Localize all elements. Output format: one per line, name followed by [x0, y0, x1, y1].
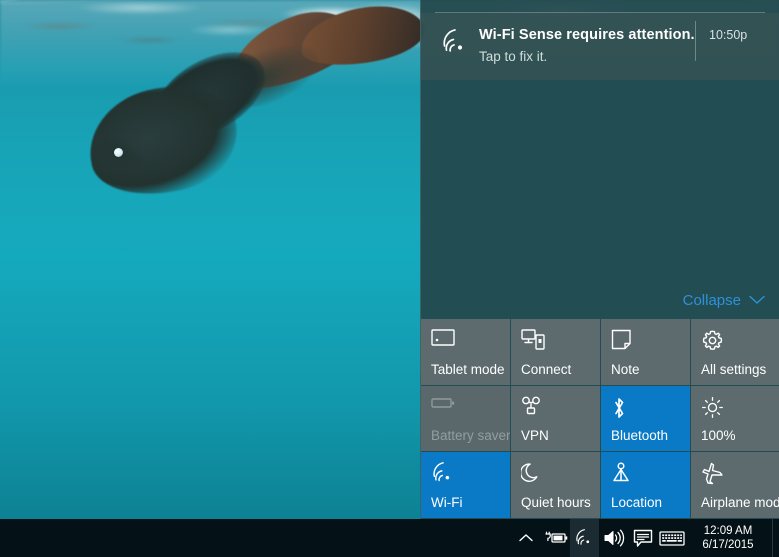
notification-timestamp: 10:50p	[709, 28, 748, 42]
wifi-sense-icon	[433, 25, 479, 55]
taskbar: 12:09 AM 6/17/2015	[0, 519, 779, 557]
show-hidden-icons-chevron-icon[interactable]	[511, 519, 541, 557]
gear-icon	[701, 329, 771, 355]
notification-time-area: 10:50p	[695, 21, 769, 61]
notification-time-separator	[695, 21, 696, 61]
quick-action-label: Quiet hours	[521, 494, 591, 510]
action-center-panel: Wi-Fi Sense requires attention. Tap to f…	[420, 0, 779, 519]
action-center-icon[interactable]	[628, 519, 657, 557]
bluetooth-icon	[611, 396, 681, 422]
chevron-down-icon	[749, 292, 765, 309]
notification-title: Wi-Fi Sense requires attention.	[479, 27, 695, 43]
quick-action-label: Location	[611, 494, 663, 510]
brightness-icon	[701, 396, 771, 422]
connect-icon	[521, 329, 591, 355]
vpn-icon	[521, 396, 591, 422]
airplane-icon	[701, 462, 771, 488]
quick-action-label: Airplane mode	[701, 494, 779, 510]
touch-keyboard-icon[interactable]	[657, 519, 686, 557]
quick-action-brightness[interactable]: 100%	[691, 385, 779, 452]
quick-action-label: Connect	[521, 361, 572, 377]
taskbar-empty-area[interactable]	[0, 519, 511, 557]
quick-action-label: Wi-Fi	[431, 494, 463, 510]
notification-list: Wi-Fi Sense requires attention. Tap to f…	[421, 0, 779, 80]
collapse-row: Collapse	[421, 286, 779, 314]
clock-time: 12:09 AM	[703, 525, 753, 537]
quick-action-battery-saver[interactable]: Battery saver	[421, 385, 510, 452]
note-icon	[611, 329, 681, 355]
show-desktop-button[interactable]	[772, 519, 779, 557]
quick-action-airplane-mode[interactable]: Airplane mode	[691, 452, 779, 518]
quick-action-label: Note	[611, 361, 640, 377]
collapse-button[interactable]: Collapse	[683, 292, 765, 309]
notification-item[interactable]: Wi-Fi Sense requires attention. Tap to f…	[421, 13, 779, 80]
quick-action-label: VPN	[521, 428, 549, 444]
quick-action-label: Bluetooth	[611, 428, 669, 444]
air-bubble	[114, 148, 123, 157]
quick-action-label: Battery saver	[431, 428, 510, 444]
collapse-label: Collapse	[682, 291, 741, 309]
system-tray: 12:09 AM 6/17/2015	[511, 519, 779, 557]
quick-action-bluetooth[interactable]: Bluetooth	[601, 385, 690, 452]
moon-icon	[521, 462, 591, 488]
battery-charging-icon[interactable]	[541, 519, 570, 557]
quick-action-label: Tablet mode	[431, 361, 505, 377]
clock-date: 6/17/2015	[702, 539, 754, 551]
quick-action-location[interactable]: Location	[601, 452, 690, 518]
quick-action-quiet-hours[interactable]: Quiet hours	[511, 452, 600, 518]
quick-action-wifi[interactable]: Wi-Fi	[421, 452, 510, 518]
taskbar-clock[interactable]: 12:09 AM 6/17/2015	[686, 519, 772, 557]
network-wifi-icon[interactable]	[570, 519, 599, 557]
quick-action-connect[interactable]: Connect	[511, 319, 600, 385]
tablet-mode-icon	[431, 329, 501, 355]
battery-icon	[431, 396, 501, 422]
notification-subtitle: Tap to fix it.	[479, 49, 548, 64]
quick-action-label: All settings	[701, 361, 767, 377]
quick-action-label: 100%	[701, 428, 736, 444]
quick-action-all-settings[interactable]: All settings	[691, 319, 779, 385]
quick-action-vpn[interactable]: VPN	[511, 385, 600, 452]
quick-action-tablet-mode[interactable]: Tablet mode	[421, 319, 510, 385]
quick-actions-grid: Tablet mode Connect Note All settings Ba…	[421, 319, 779, 519]
location-icon	[611, 462, 681, 488]
quick-action-note[interactable]: Note	[601, 319, 690, 385]
volume-icon[interactable]	[599, 519, 628, 557]
notification-text: Wi-Fi Sense requires attention. Tap to f…	[479, 25, 695, 66]
wifi-icon	[431, 462, 501, 488]
